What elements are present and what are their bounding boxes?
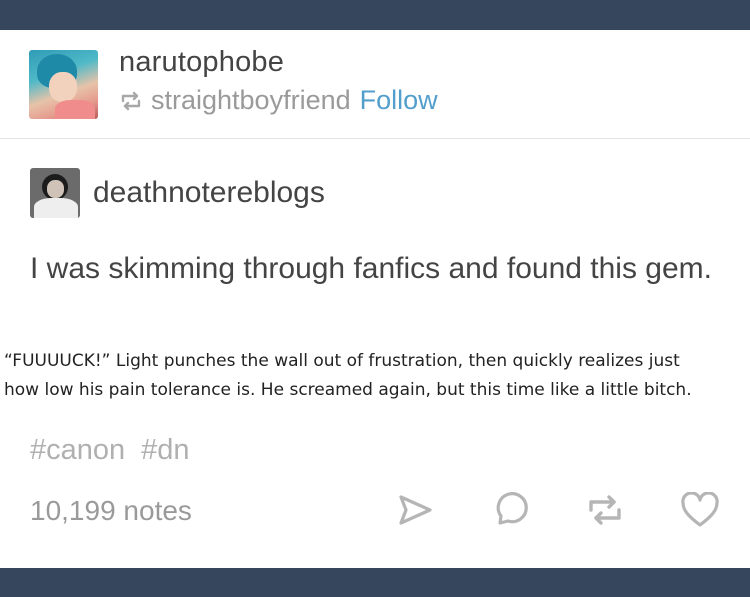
tag-dn[interactable]: #dn xyxy=(141,434,189,467)
reblogger-avatar[interactable] xyxy=(29,50,98,119)
op-username[interactable]: deathnotereblogs xyxy=(93,176,325,210)
bottom-bar xyxy=(0,568,750,597)
post-text: I was skimming through fanfics and found… xyxy=(30,252,713,285)
share-button[interactable] xyxy=(395,490,435,530)
quote-line: “FUUUUCK!” Light punches the wall out of… xyxy=(4,351,680,371)
notes-count[interactable]: 10,199 notes xyxy=(30,495,192,527)
like-icon xyxy=(681,492,719,527)
like-button[interactable] xyxy=(680,490,720,530)
reblog-icon xyxy=(589,495,621,525)
quoted-excerpt: “FUUUUCK!” Light punches the wall out of… xyxy=(4,347,750,405)
header-divider xyxy=(0,138,750,139)
top-bar xyxy=(0,0,750,30)
reply-icon xyxy=(496,492,528,525)
op-avatar[interactable] xyxy=(30,168,80,218)
reblog-small-icon xyxy=(121,91,141,110)
follow-button[interactable]: Follow xyxy=(360,85,438,116)
reblog-button[interactable] xyxy=(585,490,625,530)
share-icon xyxy=(399,495,432,525)
tag-canon[interactable]: #canon xyxy=(30,434,125,467)
reblogger-username[interactable]: narutophobe xyxy=(119,46,284,79)
reply-button[interactable] xyxy=(490,490,530,530)
reblog-source: straightboyfriend Follow xyxy=(119,85,438,116)
quote-line: how low his pain tolerance is. He scream… xyxy=(4,380,692,400)
tag-list: #canon #dn xyxy=(30,434,190,467)
reblogged-from-username[interactable]: straightboyfriend xyxy=(151,85,351,116)
